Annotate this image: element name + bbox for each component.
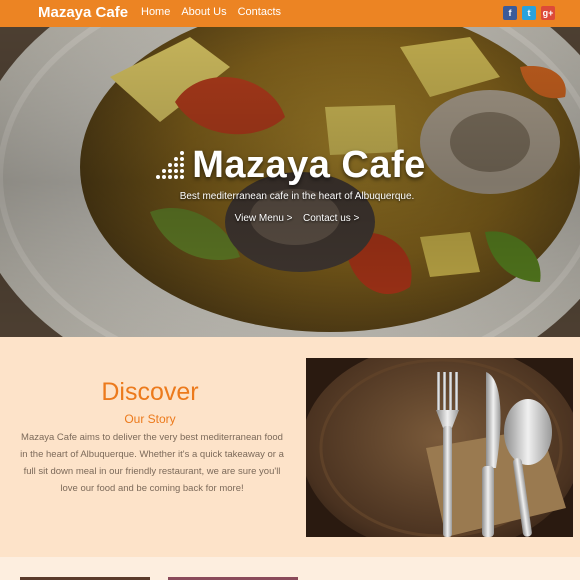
hero-links: View Menu > Contact us > bbox=[0, 208, 580, 226]
hero-title: Mazaya Cafe bbox=[192, 144, 426, 186]
next-section-peek bbox=[0, 557, 580, 580]
cutlery-illustration bbox=[306, 358, 573, 537]
dots-logo-icon bbox=[156, 151, 185, 179]
twitter-icon[interactable]: t bbox=[522, 6, 536, 20]
discover-section: Discover Our Story Mazaya Cafe aims to d… bbox=[0, 337, 580, 557]
hero-banner: Mazaya Cafe Best mediterranean cafe in t… bbox=[0, 27, 580, 337]
facebook-icon[interactable]: f bbox=[503, 6, 517, 20]
nav-link-home[interactable]: Home bbox=[141, 6, 170, 19]
nav-link-about-us[interactable]: About Us bbox=[181, 6, 226, 19]
hero-tagline: Best mediterranean cafe in the heart of … bbox=[179, 191, 415, 202]
discover-heading: Discover bbox=[101, 378, 199, 406]
view-menu-link[interactable]: View Menu > bbox=[235, 213, 293, 224]
top-navbar: Mazaya Cafe Home About Us Contacts f t g… bbox=[0, 0, 580, 27]
hero-logo: Mazaya Cafe bbox=[0, 143, 580, 187]
discover-body-text: Mazaya Cafe aims to deliver the very bes… bbox=[20, 432, 284, 494]
social-links: f t g+ bbox=[503, 6, 555, 20]
contact-us-link[interactable]: Contact us > bbox=[303, 213, 359, 224]
nav-links: Home About Us Contacts bbox=[141, 6, 292, 19]
discover-subheading: Our Story bbox=[124, 412, 176, 426]
google-plus-icon[interactable]: g+ bbox=[541, 6, 555, 20]
brand-logo-link[interactable]: Mazaya Cafe bbox=[38, 3, 128, 23]
cutlery-on-wooden-plate-image bbox=[306, 358, 573, 537]
nav-link-contacts[interactable]: Contacts bbox=[238, 6, 281, 19]
